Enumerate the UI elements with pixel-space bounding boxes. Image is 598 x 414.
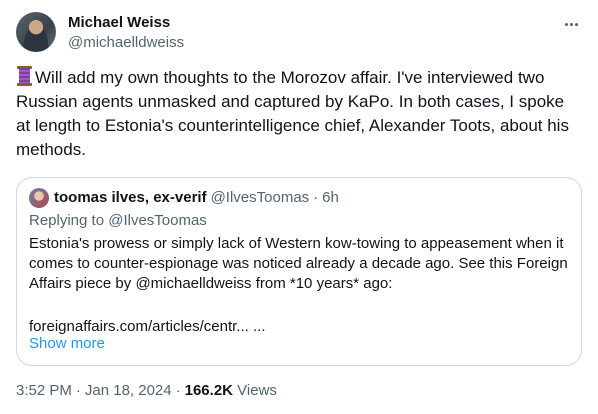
quoted-user-handle: @IlvesToomas bbox=[210, 189, 310, 206]
quoted-tweet[interactable]: toomas ilves, ex-verif @IlvesToomas · 6h… bbox=[16, 177, 582, 366]
separator-dot: · bbox=[313, 189, 319, 206]
tweet-time[interactable]: 3:52 PM bbox=[16, 382, 72, 399]
show-more-link[interactable]: Show more bbox=[29, 334, 105, 354]
quoted-tweet-header: toomas ilves, ex-verif @IlvesToomas · 6h bbox=[29, 188, 339, 208]
avatar[interactable] bbox=[16, 12, 56, 52]
tweet-header: Michael Weiss @michaelldweiss bbox=[16, 12, 582, 56]
author-block: Michael Weiss @michaelldweiss bbox=[68, 13, 184, 53]
separator-dot: · bbox=[75, 382, 81, 399]
user-handle[interactable]: @michaelldweiss bbox=[68, 33, 184, 53]
views-count: 166.2K bbox=[184, 382, 233, 399]
separator-dot: · bbox=[175, 382, 181, 399]
views-label: Views bbox=[237, 382, 277, 399]
tweet-meta: 3:52 PM · Jan 18, 2024 · 166.2K Views bbox=[16, 381, 277, 401]
tweet-body: Will add my own thoughts to the Morozov … bbox=[16, 66, 582, 162]
quoted-display-name: toomas ilves, ex-verif bbox=[54, 189, 207, 206]
tweet: Michael Weiss @michaelldweiss Will add m… bbox=[0, 0, 598, 414]
quoted-time-ago: 6h bbox=[322, 189, 339, 206]
quoted-avatar bbox=[29, 188, 49, 208]
thread-spool-icon bbox=[16, 66, 33, 86]
display-name[interactable]: Michael Weiss bbox=[68, 13, 184, 33]
more-options-icon[interactable] bbox=[560, 14, 582, 34]
quoted-text: Estonia's prowess or simply lack of West… bbox=[29, 235, 568, 292]
tweet-text: Will add my own thoughts to the Morozov … bbox=[16, 68, 569, 159]
replying-to: Replying to @IlvesToomas bbox=[29, 212, 207, 229]
tweet-date[interactable]: Jan 18, 2024 bbox=[85, 382, 172, 399]
